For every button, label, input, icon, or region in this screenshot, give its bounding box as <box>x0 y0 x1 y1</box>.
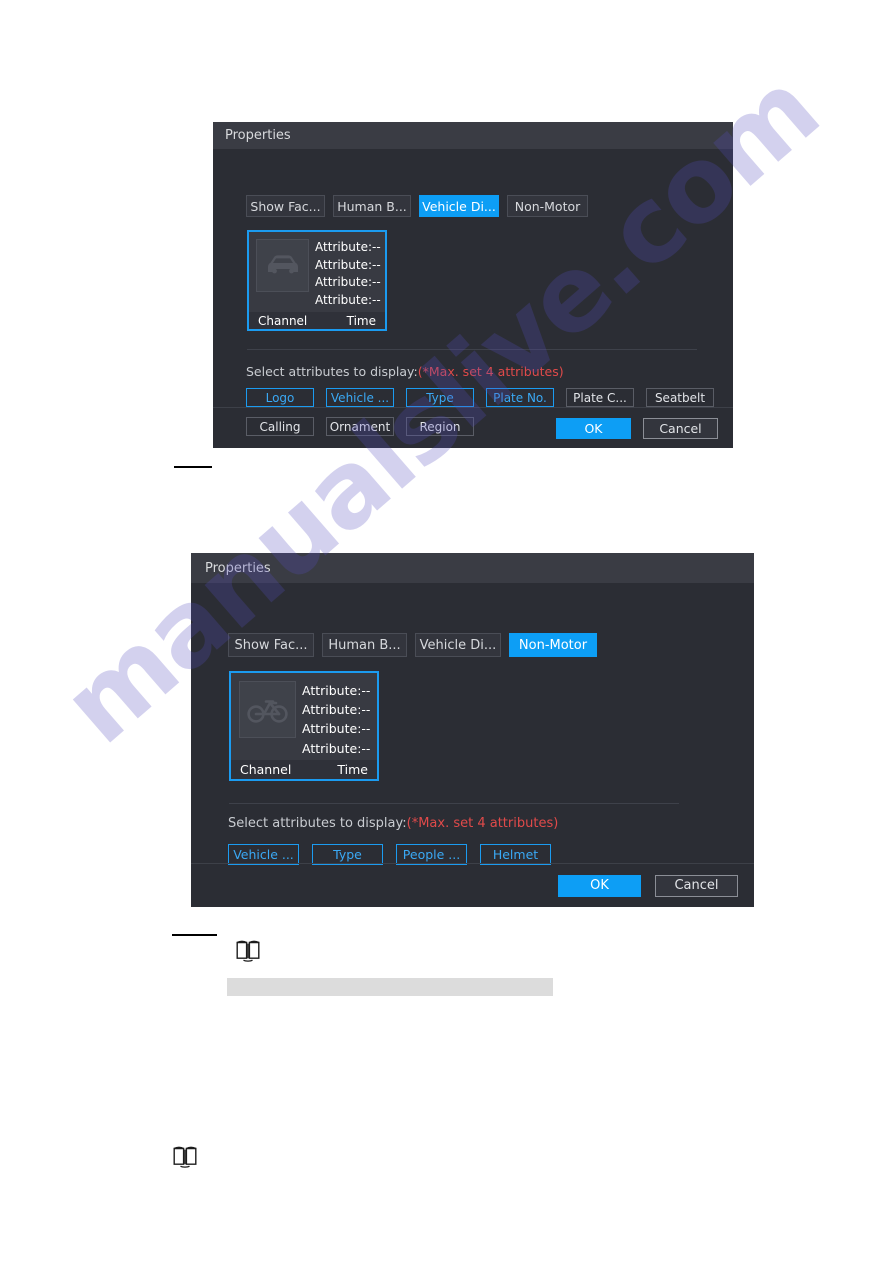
chip-type[interactable]: Type <box>312 844 383 865</box>
tab-label: Human B... <box>328 637 401 653</box>
attribute-line: Attribute:-- <box>315 275 381 289</box>
attributes-hint: Select attributes to display:(*Max. set … <box>228 816 558 831</box>
chip-label: Type <box>333 847 362 862</box>
category-tab-row: Show Fac... Human B... Vehicle Di... Non… <box>246 195 588 217</box>
tab-label: Show Fac... <box>234 637 308 653</box>
note-book-icon-upper <box>236 940 260 966</box>
tab-label: Human B... <box>337 198 407 214</box>
chip-vehicle-color[interactable]: Vehicle ... <box>326 388 394 407</box>
chip-label: Plate C... <box>573 390 627 405</box>
tab-show-face[interactable]: Show Fac... <box>246 195 325 217</box>
ok-button[interactable]: OK <box>556 417 631 439</box>
dialog-footer: OK Cancel <box>191 863 754 907</box>
nonmotor-thumbnail <box>239 681 296 738</box>
attribute-placeholder-list: Attribute:-- Attribute:-- Attribute:-- A… <box>315 239 381 309</box>
chip-label: People ... <box>402 847 461 862</box>
attribute-line: Attribute:-- <box>315 292 381 307</box>
tab-label: Non-Motor <box>518 637 588 653</box>
ok-label: OK <box>584 420 603 436</box>
attribute-line: Attribute:-- <box>315 257 381 272</box>
properties-dialog-vehicle: Properties Show Fac... Human B... Vehicl… <box>213 122 733 448</box>
vehicle-thumbnail <box>256 239 309 292</box>
preview-time-label: Time <box>346 313 376 328</box>
section-rule-bottom <box>172 934 217 936</box>
bicycle-icon <box>246 699 288 723</box>
chip-label: Plate No. <box>493 390 547 405</box>
section-divider <box>247 349 697 350</box>
tab-human-body[interactable]: Human B... <box>322 633 407 657</box>
category-tab-row: Show Fac... Human B... Vehicle Di... Non… <box>228 633 597 657</box>
open-book-icon <box>173 1146 197 1168</box>
dialog-footer: OK Cancel <box>213 407 733 448</box>
preview-inner: Attribute:-- Attribute:-- Attribute:-- A… <box>249 232 385 309</box>
preview-card-vehicle[interactable]: Attribute:-- Attribute:-- Attribute:-- A… <box>247 230 387 331</box>
tab-label: Vehicle Di... <box>419 637 497 653</box>
tab-label: Non-Motor <box>514 198 581 214</box>
attribute-line: Attribute:-- <box>302 683 371 698</box>
cancel-button[interactable]: Cancel <box>643 417 718 439</box>
attributes-hint: Select attributes to display:(*Max. set … <box>246 364 564 379</box>
preview-card-footer: Channel Time <box>249 312 385 329</box>
preview-channel-label: Channel <box>240 762 292 777</box>
dialog-title: Properties <box>225 128 291 143</box>
dialog-titlebar: Properties <box>191 553 754 583</box>
tab-vehicle-display[interactable]: Vehicle Di... <box>419 195 499 217</box>
section-rule-top <box>174 466 212 468</box>
chip-helmet[interactable]: Helmet <box>480 844 551 865</box>
ok-label: OK <box>590 878 609 893</box>
tab-show-face[interactable]: Show Fac... <box>228 633 314 657</box>
attributes-hint-warning: (*Max. set 4 attributes) <box>406 816 559 831</box>
preview-channel-label: Channel <box>258 313 308 328</box>
tab-human-body[interactable]: Human B... <box>333 195 411 217</box>
attribute-line: Attribute:-- <box>302 721 371 737</box>
dialog-body: Show Fac... Human B... Vehicle Di... Non… <box>213 149 733 448</box>
dialog-body: Show Fac... Human B... Vehicle Di... Non… <box>191 583 754 907</box>
tab-non-motor[interactable]: Non-Motor <box>507 195 588 217</box>
chip-label: Type <box>426 390 454 405</box>
chip-plate-color[interactable]: Plate C... <box>566 388 634 407</box>
section-divider <box>229 803 679 804</box>
note-text-placeholder-bar <box>227 978 553 996</box>
chip-label: Helmet <box>492 847 539 862</box>
chip-label: Vehicle ... <box>330 390 390 405</box>
attributes-hint-label: Select attributes to display: <box>228 816 407 831</box>
cancel-label: Cancel <box>674 878 719 893</box>
chip-type[interactable]: Type <box>406 388 474 407</box>
chip-label: Vehicle ... <box>233 847 294 862</box>
preview-inner: Attribute:-- Attribute:-- Attribute:-- A… <box>231 673 377 758</box>
chip-label: Logo <box>265 390 295 405</box>
chip-seatbelt[interactable]: Seatbelt <box>646 388 714 407</box>
car-icon <box>267 254 298 273</box>
tab-label: Show Fac... <box>250 198 321 214</box>
attribute-line: Attribute:-- <box>302 740 371 756</box>
dialog-title: Properties <box>205 560 271 576</box>
chip-logo[interactable]: Logo <box>246 388 314 407</box>
cancel-button[interactable]: Cancel <box>655 874 738 897</box>
chip-label: Seatbelt <box>654 390 706 405</box>
attribute-chip-row-1: Logo Vehicle ... Type Plate No. Plate C.… <box>246 388 714 407</box>
attributes-hint-warning: (*Max. set 4 attributes) <box>417 364 564 379</box>
tab-non-motor[interactable]: Non-Motor <box>509 633 597 657</box>
attribute-chip-row-1: Vehicle ... Type People ... Helmet <box>228 844 551 865</box>
chip-people-number[interactable]: People ... <box>396 844 467 865</box>
ok-button[interactable]: OK <box>558 874 641 897</box>
attributes-hint-label: Select attributes to display: <box>246 364 418 379</box>
preview-card-nonmotor[interactable]: Attribute:-- Attribute:-- Attribute:-- A… <box>229 671 379 781</box>
attribute-line: Attribute:-- <box>302 702 371 718</box>
properties-dialog-nonmotor: Properties Show Fac... Human B... Vehicl… <box>191 553 754 907</box>
attribute-placeholder-list: Attribute:-- Attribute:-- Attribute:-- A… <box>302 681 370 758</box>
preview-time-label: Time <box>337 762 368 777</box>
dialog-titlebar: Properties <box>213 122 733 149</box>
preview-card-footer: Channel Time <box>231 760 377 779</box>
tab-vehicle-display[interactable]: Vehicle Di... <box>415 633 501 657</box>
tab-label: Vehicle Di... <box>422 198 496 214</box>
attribute-line: Attribute:-- <box>315 240 381 254</box>
cancel-label: Cancel <box>659 420 702 436</box>
chip-vehicle-color[interactable]: Vehicle ... <box>228 844 299 865</box>
open-book-icon <box>236 940 260 962</box>
note-book-icon-lower <box>173 1146 197 1172</box>
chip-plate-no[interactable]: Plate No. <box>486 388 554 407</box>
